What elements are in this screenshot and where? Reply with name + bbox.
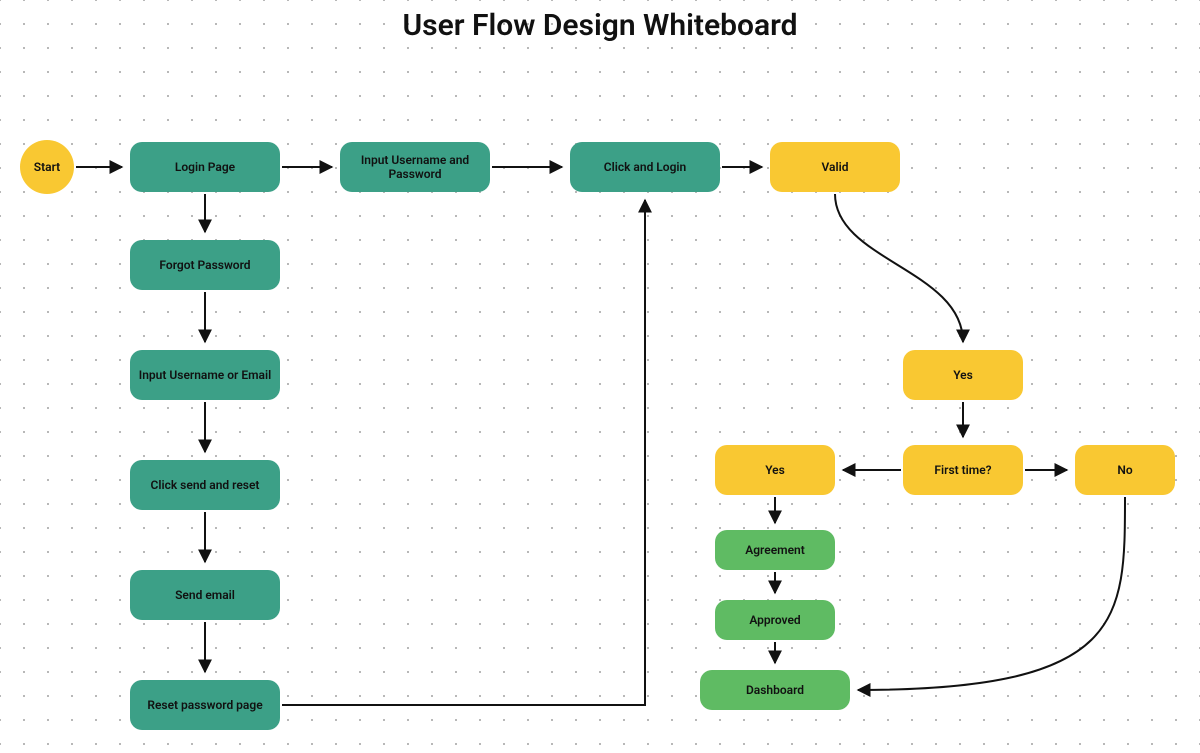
node-label: Yes: [765, 463, 785, 477]
node-label: Click send and reset: [151, 478, 260, 492]
node-label: Click and Login: [604, 160, 686, 174]
node-start[interactable]: Start: [20, 140, 74, 194]
node-label: Input Username or Email: [139, 368, 271, 382]
node-click-login[interactable]: Click and Login: [570, 142, 720, 192]
node-no[interactable]: No: [1075, 445, 1175, 495]
node-valid[interactable]: Valid: [770, 142, 900, 192]
node-input-username-email[interactable]: Input Username or Email: [130, 350, 280, 400]
node-yes-left[interactable]: Yes: [715, 445, 835, 495]
node-label: Reset password page: [147, 698, 262, 712]
node-approved[interactable]: Approved: [715, 600, 835, 640]
node-label: No: [1117, 463, 1132, 477]
node-label: Agreement: [745, 543, 805, 557]
node-label: Send email: [175, 588, 235, 602]
node-forgot-password[interactable]: Forgot Password: [130, 240, 280, 290]
node-label: First time?: [934, 463, 991, 477]
node-input-username-password[interactable]: Input Username and Password: [340, 142, 490, 192]
node-label: Dashboard: [746, 683, 804, 697]
node-send-email[interactable]: Send email: [130, 570, 280, 620]
node-label: Valid: [822, 160, 849, 174]
node-label: Yes: [953, 368, 973, 382]
node-yes-top[interactable]: Yes: [903, 350, 1023, 400]
node-label: Input Username and Password: [348, 153, 482, 182]
edge-valid-yes: [835, 194, 963, 342]
node-click-send-reset[interactable]: Click send and reset: [130, 460, 280, 510]
node-label: Login Page: [175, 160, 235, 174]
flow-canvas[interactable]: Start Login Page Input Username and Pass…: [0, 0, 1200, 753]
node-label: Start: [34, 160, 60, 174]
node-label: Forgot Password: [159, 258, 250, 272]
node-reset-password-page[interactable]: Reset password page: [130, 680, 280, 730]
node-login-page[interactable]: Login Page: [130, 142, 280, 192]
edge-no-dashboard: [858, 497, 1125, 690]
node-label: Approved: [749, 613, 800, 627]
edge-resetpage-clicklogin: [282, 200, 645, 705]
node-dashboard[interactable]: Dashboard: [700, 670, 850, 710]
node-agreement[interactable]: Agreement: [715, 530, 835, 570]
node-first-time[interactable]: First time?: [903, 445, 1023, 495]
